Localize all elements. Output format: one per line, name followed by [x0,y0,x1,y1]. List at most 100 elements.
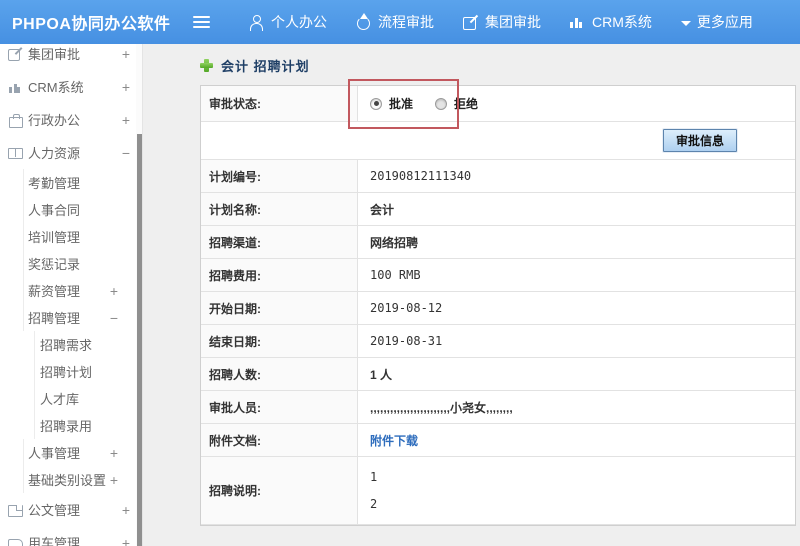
attachment-download-link[interactable]: 附件下载 [370,432,418,449]
sidebar-item-label: 考勤管理 [28,176,81,191]
sidebar-item-icon [8,113,23,128]
sidebar-item[interactable]: 招聘计划 [34,358,142,385]
sidebar-item-label: 培训管理 [28,230,81,245]
sidebar-item-label: 招聘需求 [40,338,93,353]
sidebar-item[interactable]: 考勤管理 [23,169,142,196]
sidebar-item-label: 人事管理 [28,446,81,461]
radio-icon[interactable] [370,97,382,110]
sidebar: 集团审批 + CRM系统 + 行政办公 + 人力资源 − 考勤管理 人事合同 培… [0,44,143,546]
approval-status-row: 审批状态: 批准 拒绝 [201,86,795,122]
nav-item-icon [462,14,478,30]
recruitment-plan-form: 审批状态: 批准 拒绝 审批信息 计划编号: 20190812111340 计划… [200,85,796,526]
sidebar-item[interactable]: 培训管理 [23,223,142,250]
approval-status-options: 批准 拒绝 [358,86,795,121]
nav-item-icon [248,14,264,31]
radio-label: 拒绝 [454,97,479,111]
form-row: 招聘说明: 1 2 [201,457,795,525]
sidebar-item-icon [8,503,23,517]
radio-option[interactable]: 拒绝 [435,95,478,112]
approval-info-button[interactable]: 审批信息 [662,129,737,152]
field-label: 开始日期: [201,292,358,324]
nav-item-icon [355,13,371,30]
field-label: 招聘费用: [201,259,358,291]
sidebar-item[interactable]: 人事合同 [23,196,142,223]
nav-item-label: 更多应用 [696,14,753,30]
field-value: 2019-08-31 [370,334,443,348]
field-value-cell: 1 人 [358,358,795,390]
field-value: 网络招聘 [370,235,419,250]
nav-item-icon [680,18,691,26]
top-nav-item[interactable]: 流程审批 [355,12,434,32]
nav-item-label: CRM系统 [592,14,652,30]
radio-icon[interactable] [435,97,448,110]
form-row: 招聘人数: 1 人 [201,358,795,391]
top-nav-item[interactable]: 集团审批 [462,12,541,32]
top-nav: 个人办公 流程审批 集团审批 CRM系统 更多应用 [248,12,753,32]
sidebar-item[interactable]: 行政办公 + [0,103,142,136]
sidebar-item[interactable]: 人才库 [34,385,142,412]
sidebar-item[interactable]: 人力资源 − [0,136,142,169]
form-row: 结束日期: 2019-08-31 [201,325,795,358]
form-row: 招聘费用: 100 RMB [201,259,795,292]
page-title-row: 会计 招聘计划 [200,56,800,74]
sidebar-item-label: 招聘计划 [40,365,93,380]
sidebar-item[interactable]: 招聘管理 − [23,304,142,331]
app-logo[interactable]: PHPOA协同办公软件 [0,10,192,34]
top-nav-item[interactable]: 个人办公 [248,12,327,32]
field-value-cell: 附件下载 [358,424,795,456]
radio-label: 批准 [389,97,414,111]
form-row: 计划名称: 会计 [201,193,795,226]
sidebar-item-label: 公文管理 [28,503,81,518]
field-value: 2019-08-12 [370,301,443,315]
sidebar-item-label: 人力资源 [28,146,81,161]
field-value-cell: ,,,,,,,,,,,,,,,,,,,,,,,,小尧女,,,,,,,, [358,391,795,423]
field-value: 会计 [370,202,395,217]
field-label: 招聘人数: [201,358,358,390]
field-label: 招聘说明: [201,457,358,524]
sidebar-item[interactable]: 集团审批 + [0,44,142,70]
sidebar-item-label: 奖惩记录 [28,257,81,272]
sidebar-item[interactable]: 基础类别设置 + [23,466,142,493]
sidebar-menu: 集团审批 + CRM系统 + 行政办公 + 人力资源 − 考勤管理 人事合同 培… [0,44,142,546]
sidebar-item[interactable]: 人事管理 + [23,439,142,466]
field-value-cell: 网络招聘 [358,226,795,258]
sidebar-item[interactable]: 招聘需求 [34,331,142,358]
top-nav-item[interactable]: CRM系统 [569,12,652,32]
sidebar-item-label: 招聘录用 [40,419,93,434]
nav-item-label: 集团审批 [485,14,541,30]
sidebar-item[interactable]: CRM系统 + [0,70,142,103]
field-label: 计划编号: [201,160,358,192]
form-row: 计划编号: 20190812111340 [201,160,795,193]
field-label: 结束日期: [201,325,358,357]
hamburger-menu-icon[interactable] [192,15,212,30]
sidebar-scrollbar-thumb[interactable] [137,134,142,546]
form-row: 招聘渠道: 网络招聘 [201,226,795,259]
nav-item-label: 个人办公 [271,14,327,30]
field-label: 附件文档: [201,424,358,456]
sidebar-item[interactable]: 招聘录用 [34,412,142,439]
content-area: 会计 招聘计划 审批状态: 批准 拒绝 审批信息 计划编号: 201908121… [143,44,800,546]
radio-option[interactable]: 批准 [370,95,413,112]
sidebar-item[interactable]: 奖惩记录 [23,250,142,277]
sidebar-item-label: 薪资管理 [28,284,81,299]
sidebar-item-icon [8,536,23,546]
field-value: 1 2 [370,469,378,511]
top-nav-item[interactable]: 更多应用 [680,12,753,32]
nav-item-icon [569,14,585,30]
sidebar-item-label: 人才库 [40,392,80,407]
sidebar-item[interactable]: 用车管理 + [0,526,142,546]
field-value-cell: 100 RMB [358,259,795,291]
sidebar-item-icon [8,80,22,94]
sidebar-item[interactable]: 薪资管理 + [23,277,142,304]
field-label: 招聘渠道: [201,226,358,258]
form-row: 审批人员: ,,,,,,,,,,,,,,,,,,,,,,,,小尧女,,,,,,,… [201,391,795,424]
sidebar-item-icon [8,47,22,61]
sidebar-item-icon [8,146,23,160]
sidebar-item-label: 集团审批 [28,47,81,62]
field-value-cell: 2019-08-12 [358,292,795,324]
field-value: 100 RMB [370,268,421,282]
sidebar-item-label: 用车管理 [28,536,81,546]
plus-icon [200,58,213,72]
sidebar-item[interactable]: 公文管理 + [0,493,142,526]
page-title: 会计 招聘计划 [221,58,310,74]
